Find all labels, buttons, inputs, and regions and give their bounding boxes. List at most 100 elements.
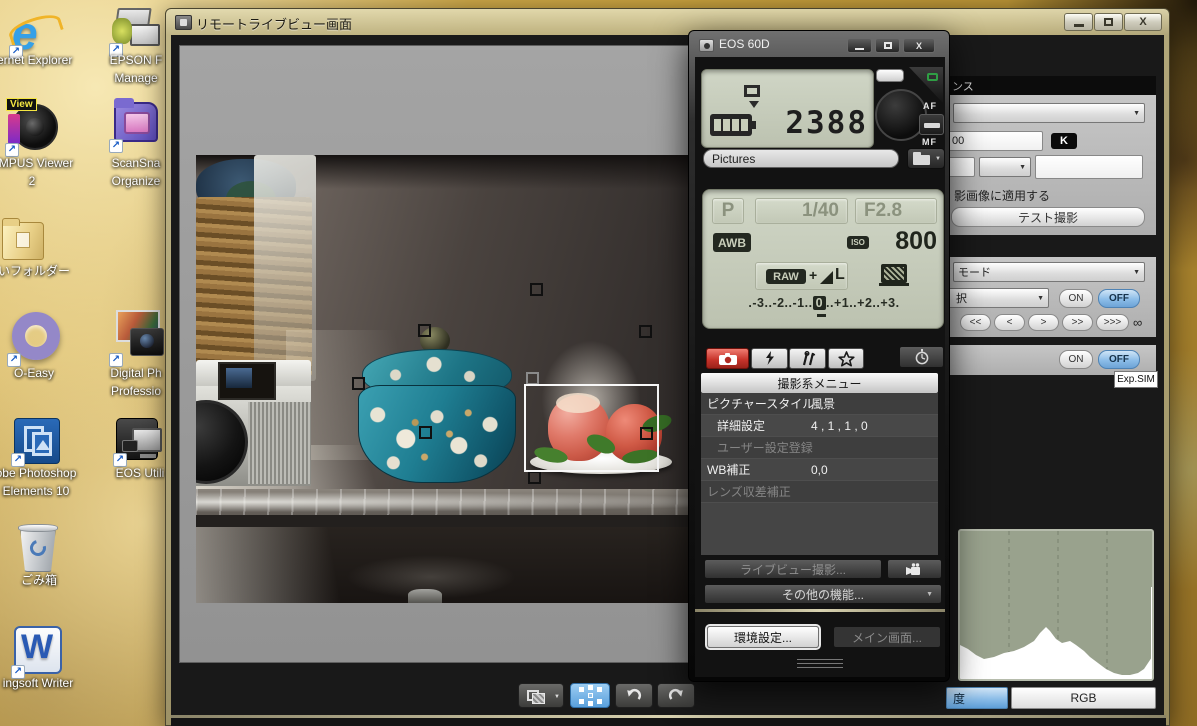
- focus-far-button[interactable]: <: [994, 314, 1025, 331]
- eos-maximize-button[interactable]: [875, 38, 900, 53]
- menu-row-lens-aberration[interactable]: レンズ収差補正: [701, 481, 938, 503]
- af-label: AF: [923, 101, 937, 111]
- flash-icon: [765, 351, 774, 365]
- mf-label: MF: [922, 137, 937, 147]
- liveview-content: ▼ ンス ▼ 00 K ▼ 影画像に適用する テスト撮影 モード ▼ 択 ▼ O…: [171, 35, 1166, 726]
- save-folder-field[interactable]: Pictures: [703, 149, 899, 168]
- focus-mode-select[interactable]: モード ▼: [953, 262, 1145, 282]
- overlay-compose-button[interactable]: ▼: [518, 683, 564, 708]
- screen: e ↗ ternet Explorer ↗ EPSON F Manage Vie…: [0, 0, 1197, 726]
- computer-destination-icon: [881, 264, 907, 283]
- test-shot-button[interactable]: テスト撮影: [951, 207, 1145, 227]
- kingsoft-writer-icon: W ↗: [11, 626, 64, 679]
- image-quality[interactable]: RAW + L: [755, 262, 848, 290]
- timer-button[interactable]: [899, 346, 944, 368]
- wb-shift-select[interactable]: ▼: [979, 157, 1031, 177]
- maximize-icon: [883, 42, 892, 49]
- dropdown-icon: ▼: [1037, 294, 1044, 302]
- liveview-shoot-button[interactable]: ライブビュー撮影...: [704, 559, 882, 579]
- dropdown-icon: ▼: [935, 156, 941, 162]
- close-button[interactable]: X: [1124, 13, 1162, 31]
- af-point: [528, 471, 541, 484]
- olympus-viewer-icon: View ↗: [5, 98, 58, 157]
- eos-60d-window: EOS 60D X 2388 AF MF Pictures ▼ P 1/40 F…: [688, 30, 950, 682]
- white-balance-mode[interactable]: AWB: [713, 233, 751, 252]
- wb-value-field[interactable]: [1035, 155, 1143, 179]
- timer-icon: [915, 349, 928, 365]
- rotate-right-icon: [668, 688, 683, 700]
- focus-off-button[interactable]: OFF: [1098, 289, 1140, 308]
- tab-shooting[interactable]: [706, 348, 749, 369]
- blue-jar: [356, 327, 521, 487]
- af-mf-switch[interactable]: [919, 114, 944, 135]
- tab-flash[interactable]: [751, 348, 788, 369]
- af-point: [352, 377, 365, 390]
- eos-body: 2388 AF MF Pictures ▼ P 1/40 F2.8 AWB IS…: [695, 57, 945, 677]
- folder-icon: [913, 155, 930, 165]
- focus-on-button[interactable]: ON: [1059, 289, 1093, 308]
- infinity-icon: ∞: [1133, 315, 1143, 330]
- epson-icon: ↗: [109, 8, 160, 57]
- scansnap-icon: ↗: [109, 98, 160, 153]
- resize-grip[interactable]: [797, 659, 843, 668]
- main-window-button[interactable]: メイン画面...: [833, 626, 941, 648]
- white-balance-panel: ▼ 00 K ▼ 影画像に適用する テスト撮影: [946, 95, 1156, 235]
- eos-close-button[interactable]: X: [903, 38, 935, 53]
- liveview-window-icon: [175, 15, 192, 30]
- settings-lcd: P 1/40 F2.8 AWB ISO 800 RAW + L .-3..-2.…: [702, 189, 944, 329]
- menu-row-user-settings[interactable]: ユーザー設定登録: [701, 437, 938, 459]
- af-point-display-button[interactable]: [570, 683, 610, 708]
- internet-explorer-icon: e ↗: [6, 7, 64, 59]
- wb-shift-field[interactable]: [947, 157, 975, 177]
- histogram-plot: [960, 531, 1152, 679]
- af-point: [639, 325, 652, 338]
- menu-row-detail-settings[interactable]: 詳細設定 4 , 1 , 1 , 0: [701, 415, 938, 437]
- exposure-indicator: [817, 314, 826, 317]
- preferences-button[interactable]: 環境設定...: [707, 626, 819, 648]
- rotate-left-button[interactable]: [615, 683, 653, 708]
- focus-nearest-button[interactable]: >>>: [1096, 314, 1129, 331]
- focus-frame[interactable]: [524, 384, 659, 472]
- dropdown-icon: ▼: [1133, 268, 1140, 276]
- color-temperature-field[interactable]: 00: [947, 131, 1043, 151]
- liveview-window-title: リモートライブビュー画面: [196, 17, 353, 32]
- focus-near-fast-button[interactable]: >>: [1062, 314, 1093, 331]
- rotate-right-button[interactable]: [657, 683, 695, 708]
- tab-setup[interactable]: [789, 348, 826, 369]
- eos-utility-icon: ↗: [113, 418, 162, 467]
- white-balance-select[interactable]: ▼: [953, 103, 1145, 123]
- exposure-simulation-badge: Exp.SIM: [1114, 371, 1158, 388]
- aperture[interactable]: F2.8: [855, 198, 937, 224]
- top-lcd: 2388: [701, 69, 874, 148]
- menu-row-wb-correction[interactable]: WB補正 0,0: [701, 459, 938, 481]
- preview-on-button[interactable]: ON: [1059, 350, 1093, 369]
- menu-row-picture-style[interactable]: ピクチャースタイル 風景: [701, 393, 938, 415]
- histogram-luminance-tab[interactable]: 度: [946, 687, 1008, 709]
- apply-to-image-label: 影画像に適用する: [954, 189, 1051, 203]
- maximize-button[interactable]: [1094, 13, 1123, 31]
- card-icon: [744, 85, 760, 97]
- movie-mode-button[interactable]: [887, 559, 942, 579]
- minimize-button[interactable]: [1064, 13, 1093, 31]
- tab-custom-functions[interactable]: [828, 348, 864, 369]
- kelvin-badge: K: [1051, 133, 1077, 149]
- folder-browse-button[interactable]: ▼: [907, 148, 945, 169]
- iso-value[interactable]: 800: [873, 226, 937, 256]
- battery-icon: [710, 114, 756, 136]
- shutter-speed[interactable]: 1/40: [755, 198, 848, 224]
- preview-off-button[interactable]: OFF: [1098, 350, 1140, 369]
- focus-near-button[interactable]: >: [1028, 314, 1059, 331]
- shutter-release-button[interactable]: [876, 69, 904, 82]
- other-functions-button[interactable]: その他の機能... ▼: [704, 584, 942, 604]
- focus-far-fast-button[interactable]: <<: [960, 314, 991, 331]
- card-arrow-icon: [749, 101, 759, 108]
- histogram-rgb-tab[interactable]: RGB: [1011, 687, 1156, 709]
- shooting-mode[interactable]: P: [712, 198, 744, 224]
- af-point: [418, 324, 431, 337]
- focus-select[interactable]: 択 ▼: [947, 288, 1049, 308]
- dropdown-icon: ▼: [926, 590, 933, 598]
- eos-minimize-button[interactable]: [847, 38, 872, 53]
- af-grid-icon: [587, 693, 593, 698]
- dpp-icon: ↗: [109, 310, 164, 367]
- maximize-icon: [1104, 18, 1113, 26]
